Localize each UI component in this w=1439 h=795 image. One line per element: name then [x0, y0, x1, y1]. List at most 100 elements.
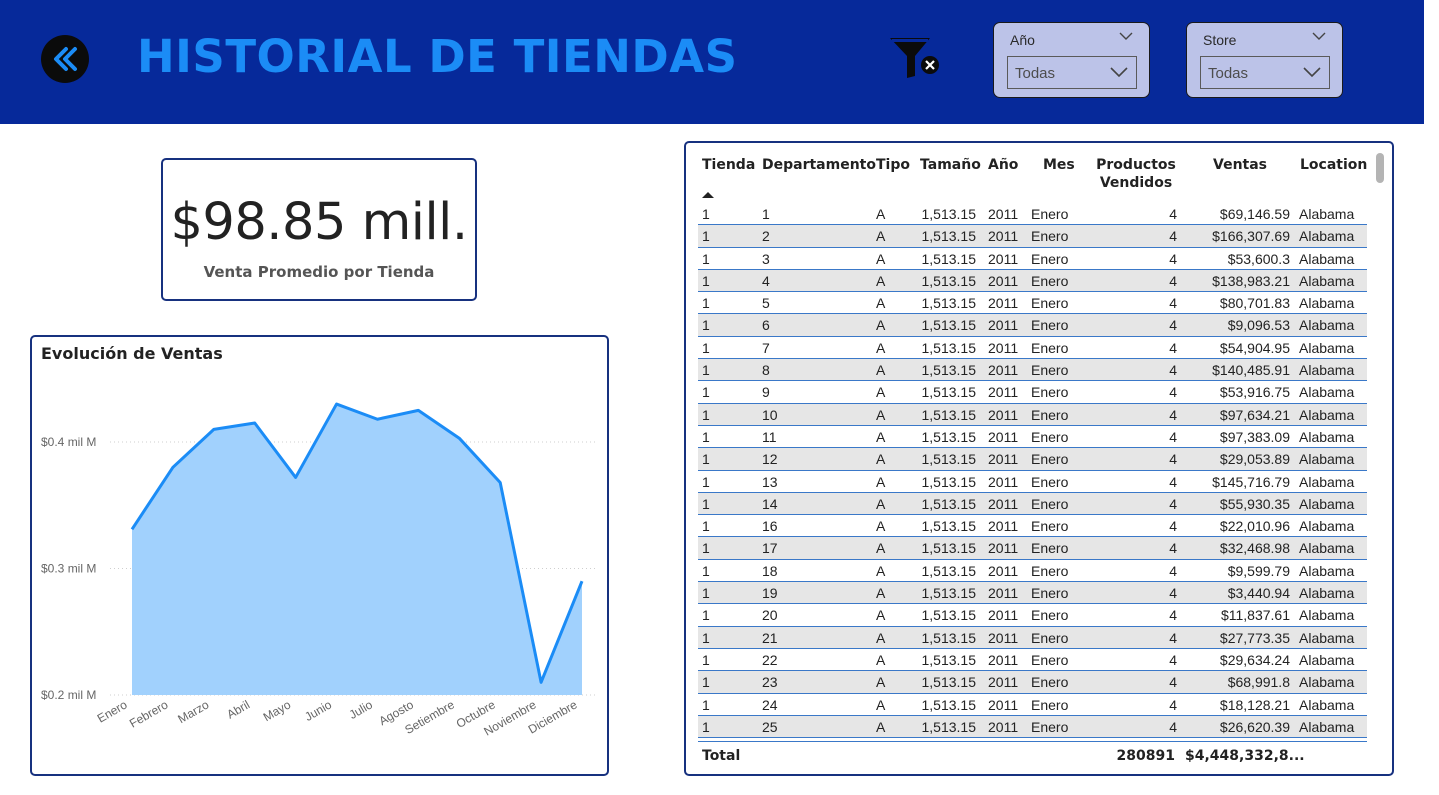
data-point-junio[interactable]: [334, 401, 340, 407]
col-header-mes[interactable]: Mes: [1043, 156, 1075, 174]
back-button[interactable]: [41, 35, 89, 83]
table-row[interactable]: 1 20 A 1,513.15 2011 Enero 4 $11,837.61 Alabama: [698, 604, 1367, 627]
table-row[interactable]: 1 21 A 1,513.15 2011 Enero 4 $27,773.35 Alabama: [698, 626, 1367, 649]
table-row[interactable]: 1 8 A 1,513.15 2011 Enero 4 $140,485.91 Alabama: [698, 359, 1367, 382]
table-row[interactable]: 1 4 A 1,513.15 2011 Enero 4 $138,983.21 Alabama: [698, 269, 1367, 293]
cell-ventas: $9,599.79: [1227, 562, 1290, 579]
data-point-marzo[interactable]: [211, 426, 217, 432]
data-point-noviembre[interactable]: [538, 679, 544, 685]
cell-tamano: 1,513.15: [921, 718, 977, 735]
filter-clear-icon[interactable]: [888, 36, 940, 80]
table-row[interactable]: 1 11 A 1,513.15 2011 Enero 4 $97,383.09 Alabama: [698, 426, 1367, 449]
cell-location: Alabama: [1299, 585, 1355, 602]
table-scrollbar[interactable]: [1376, 153, 1384, 183]
sort-ascending-icon[interactable]: [702, 192, 714, 198]
cell-departamento: 25: [762, 718, 778, 735]
data-point-enero[interactable]: [129, 526, 135, 532]
slicer-year[interactable]: Año Todas: [993, 22, 1150, 98]
chevron-down-icon[interactable]: [1312, 31, 1326, 41]
cell-departamento: 8: [762, 362, 770, 379]
y-tick-label: $0.2 mil M: [41, 688, 96, 702]
data-point-diciembre[interactable]: [579, 578, 585, 584]
table-row[interactable]: 1 17 A 1,513.15 2011 Enero 4 $32,468.98 Alabama: [698, 537, 1367, 560]
data-point-agosto[interactable]: [415, 407, 421, 413]
table-row[interactable]: 1 25 A 1,513.15 2011 Enero 4 $26,620.39 Alabama: [698, 715, 1367, 739]
x-tick-label: Julio: [347, 697, 376, 722]
cell-ventas: $140,485.91: [1212, 362, 1290, 379]
table-row[interactable]: 1 18 A 1,513.15 2011 Enero 4 $9,599.79 Alabama: [698, 560, 1367, 583]
col-header-departamento[interactable]: Departamento: [762, 156, 876, 174]
slicer-year-dropdown[interactable]: Todas: [1007, 56, 1137, 89]
col-header-tamano[interactable]: Tamaño: [920, 156, 981, 174]
cell-mes: Enero: [1031, 228, 1069, 245]
cell-tienda: 1: [702, 495, 710, 512]
cell-mes: Enero: [1031, 406, 1069, 423]
cell-ventas: $11,837.61: [1220, 607, 1290, 624]
data-point-julio[interactable]: [374, 416, 380, 422]
table-row[interactable]: 1 14 A 1,513.15 2011 Enero 4 $55,930.35 Alabama: [698, 492, 1367, 516]
col-header-tipo[interactable]: Tipo: [876, 156, 910, 174]
table-row[interactable]: 1 6 A 1,513.15 2011 Enero 4 $9,096.53 Alabama: [698, 314, 1367, 337]
cell-tienda: 1: [702, 250, 710, 267]
cell-mes: Enero: [1031, 562, 1069, 579]
cell-productos: 4: [1169, 362, 1177, 379]
table-row[interactable]: 1 2 A 1,513.15 2011 Enero 4 $166,307.69 Alabama: [698, 225, 1367, 248]
col-header-ventas[interactable]: Ventas: [1213, 156, 1267, 174]
table-row[interactable]: 1 7 A 1,513.15 2011 Enero 4 $54,904.95 Alabama: [698, 337, 1367, 360]
x-tick-label: Abril: [224, 697, 252, 721]
cell-tienda: 1: [702, 406, 710, 423]
cell-departamento: 2: [762, 228, 770, 245]
cell-tienda: 1: [702, 295, 710, 312]
cell-departamento: 17: [762, 540, 778, 557]
cell-ano: 2011: [988, 518, 1019, 535]
slicer-store-dropdown[interactable]: Todas: [1200, 56, 1330, 89]
cell-location: Alabama: [1299, 428, 1355, 445]
cell-mes: Enero: [1031, 339, 1069, 356]
sales-area-chart[interactable]: $0.2 mil M $0.3 mil M $0.4 mil M EneroFebre…: [32, 337, 607, 774]
col-header-productos[interactable]: Productos Vendidos: [1094, 156, 1178, 192]
table-row[interactable]: 1 23 A 1,513.15 2011 Enero 4 $68,991.8 Alabama: [698, 671, 1367, 694]
cell-location: Alabama: [1299, 339, 1355, 356]
table-row[interactable]: 1 22 A 1,513.15 2011 Enero 4 $29,634.24 Alabama: [698, 649, 1367, 672]
cell-ano: 2011: [988, 451, 1019, 468]
table-row[interactable]: 1 1 A 1,513.15 2011 Enero 4 $69,146.59 Alabama: [698, 203, 1367, 226]
cell-departamento: 5: [762, 295, 770, 312]
cell-departamento: 21: [762, 629, 778, 646]
table-row[interactable]: 1 19 A 1,513.15 2011 Enero 4 $3,440.94 Alabama: [698, 582, 1367, 605]
cell-tienda: 1: [702, 607, 710, 624]
cell-departamento: 4: [762, 272, 770, 289]
cell-ventas: $138,983.21: [1212, 272, 1290, 289]
data-point-abril[interactable]: [252, 420, 258, 426]
cell-tipo: A: [876, 718, 886, 735]
table-row[interactable]: 1 3 A 1,513.15 2011 Enero 4 $53,600.3 Alabama: [698, 248, 1367, 270]
data-point-setiembre[interactable]: [456, 435, 462, 441]
table-row[interactable]: 1 5 A 1,513.15 2011 Enero 4 $80,701.83 Alabama: [698, 292, 1367, 315]
cell-productos: 4: [1169, 206, 1177, 222]
cell-productos: 4: [1169, 384, 1177, 401]
table-row[interactable]: 1 12 A 1,513.15 2011 Enero 4 $29,053.89 Alabama: [698, 448, 1367, 471]
cell-mes: Enero: [1031, 540, 1069, 557]
data-point-octubre[interactable]: [497, 479, 503, 485]
cell-ventas: $68,991.8: [1227, 674, 1290, 691]
cell-ano: 2011: [988, 206, 1019, 222]
chevron-down-icon: [1303, 67, 1321, 78]
col-header-location[interactable]: Location: [1300, 156, 1367, 174]
cell-mes: Enero: [1031, 651, 1069, 668]
col-header-ano[interactable]: Año: [988, 156, 1018, 174]
kpi-caption: Venta Promedio por Tienda: [203, 263, 435, 281]
cell-productos: 4: [1169, 228, 1177, 245]
slicer-store[interactable]: Store Todas: [1186, 22, 1343, 98]
total-sales: $4,448,332,8...: [1185, 748, 1305, 764]
chevron-down-icon[interactable]: [1119, 31, 1133, 41]
table-row[interactable]: 1 10 A 1,513.15 2011 Enero 4 $97,634.21 Alabama: [698, 403, 1367, 426]
col-header-tienda[interactable]: Tienda: [702, 156, 755, 174]
table-row[interactable]: 1 24 A 1,513.15 2011 Enero 4 $18,128.21 Alabama: [698, 694, 1367, 716]
data-point-febrero[interactable]: [170, 464, 176, 470]
table-row[interactable]: 1 13 A 1,513.15 2011 Enero 4 $145,716.79 Alabama: [698, 471, 1367, 493]
cell-departamento: 10: [762, 406, 778, 423]
table-row[interactable]: 1 16 A 1,513.15 2011 Enero 4 $22,010.96 Alabama: [698, 515, 1367, 538]
cell-tienda: 1: [702, 428, 710, 445]
data-point-mayo[interactable]: [293, 474, 299, 480]
cell-departamento: 7: [762, 339, 770, 356]
table-row[interactable]: 1 9 A 1,513.15 2011 Enero 4 $53,916.75 Alabama: [698, 381, 1367, 404]
